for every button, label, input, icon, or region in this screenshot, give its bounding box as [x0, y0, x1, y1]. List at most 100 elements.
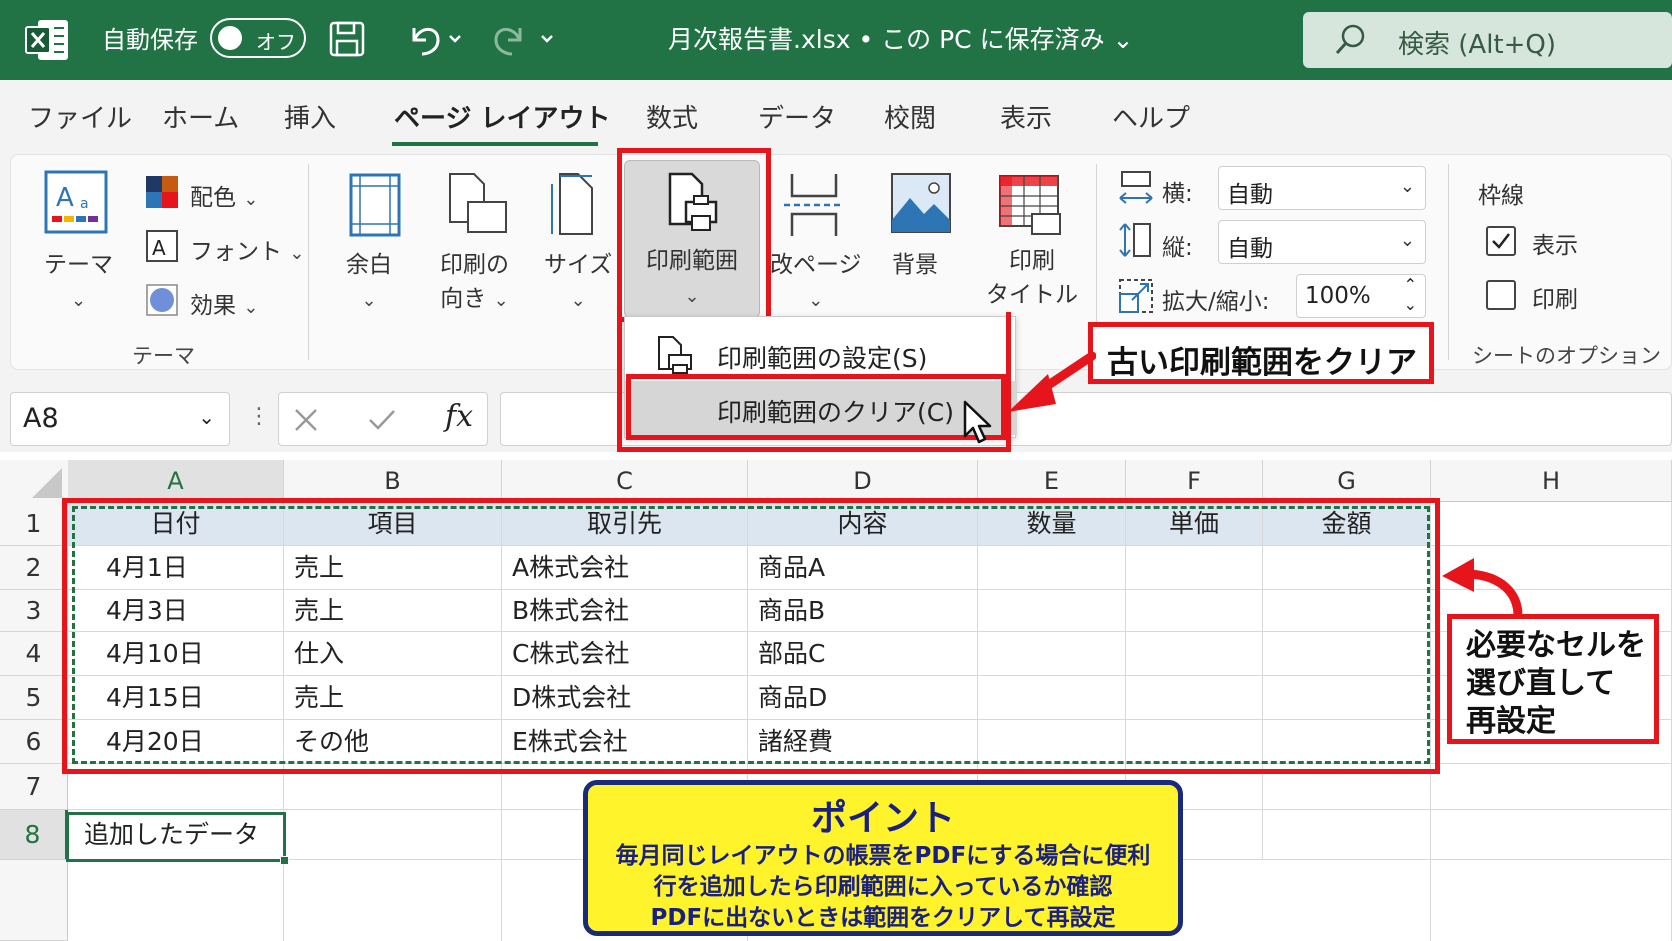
name-box[interactable]: A8 ⌄: [10, 392, 230, 446]
size-label: サイズ: [544, 252, 613, 278]
autosave-toggle[interactable]: オフ: [210, 18, 306, 58]
fonts-icon: A: [146, 230, 178, 262]
orientation-button[interactable]: 印刷の 向き ⌄: [440, 248, 509, 318]
row-header-8[interactable]: 8: [0, 810, 68, 860]
gridlines-heading: 枠線: [1478, 183, 1524, 209]
search-box[interactable]: 検索 (Alt+Q): [1303, 12, 1672, 68]
reselect-callout-line-2: 選び直して: [1466, 666, 1616, 701]
margins-icon: [349, 173, 401, 237]
gridlines-print-label: 印刷: [1532, 287, 1578, 313]
redo-icon[interactable]: [490, 16, 554, 62]
fill-handle[interactable]: [280, 856, 289, 865]
orientation-label-1: 印刷の: [440, 252, 509, 278]
enter-icon[interactable]: [367, 407, 397, 433]
cancel-icon[interactable]: [293, 407, 319, 433]
theme-button[interactable]: テーマ ⌄: [44, 248, 113, 318]
table-cell[interactable]: [1263, 860, 1431, 941]
row-header-1[interactable]: 1: [0, 502, 68, 546]
breaks-button[interactable]: 改ページ ⌄: [770, 248, 862, 318]
select-all-corner[interactable]: [0, 460, 68, 502]
table-cell[interactable]: [1431, 502, 1672, 546]
search-placeholder: 検索 (Alt+Q): [1398, 30, 1557, 60]
scale-spinner[interactable]: 100% ⌃ ⌄: [1296, 274, 1426, 318]
column-header-f[interactable]: F: [1126, 460, 1263, 502]
excel-logo-icon: [25, 20, 68, 60]
point-line-1: 毎月同じレイアウトの帳票をPDFにする場合に便利: [615, 843, 1151, 869]
effects-icon: [146, 284, 178, 316]
background-label: 背景: [892, 252, 938, 278]
column-header-d[interactable]: D: [748, 460, 978, 502]
width-select[interactable]: 自動 ⌄: [1218, 166, 1426, 210]
scale-value: 100%: [1305, 283, 1371, 309]
column-header-h[interactable]: H: [1431, 460, 1672, 502]
gridlines-view-label: 表示: [1532, 233, 1578, 259]
tab-page-layout[interactable]: ページ レイアウト: [394, 98, 611, 135]
margins-label: 余白: [346, 252, 392, 278]
height-select[interactable]: 自動 ⌄: [1218, 220, 1426, 264]
clear-callout-text: 古い印刷範囲をクリア: [1107, 345, 1417, 381]
file-title[interactable]: 月次報告書.xlsx • この PC に保存済み ⌄: [668, 20, 1133, 56]
print-titles-label-1: 印刷: [1009, 248, 1055, 274]
column-header-e[interactable]: E: [978, 460, 1126, 502]
row-header-7[interactable]: 7: [0, 764, 68, 810]
row-header-2[interactable]: 2: [0, 546, 68, 590]
table-highlight: [62, 498, 1440, 774]
gridlines-view-checkbox[interactable]: [1486, 226, 1516, 256]
tab-insert[interactable]: 挿入: [284, 98, 336, 135]
sheet-options-group-label: シートのオプション: [1472, 344, 1661, 368]
column-header-b[interactable]: B: [284, 460, 502, 502]
print-titles-button[interactable]: 印刷 タイトル: [986, 244, 1078, 312]
background-button[interactable]: 背景: [892, 248, 938, 282]
table-cell[interactable]: [1431, 810, 1672, 860]
size-button[interactable]: サイズ ⌄: [544, 248, 612, 318]
insert-function-button[interactable]: fx: [445, 399, 473, 434]
fonts-label: フォント: [190, 239, 282, 265]
active-cell-a8[interactable]: [66, 812, 289, 865]
tab-file[interactable]: ファイル: [28, 98, 132, 135]
undo-icon[interactable]: [404, 16, 464, 62]
point-title: ポイント: [810, 798, 955, 839]
svg-text:A: A: [152, 236, 166, 260]
row-header-5[interactable]: 5: [0, 676, 68, 720]
row-header-6[interactable]: 6: [0, 720, 68, 764]
breaks-label: 改ページ: [770, 252, 862, 278]
effects-button[interactable]: 効果 ⌄: [190, 286, 258, 320]
column-header-g[interactable]: G: [1263, 460, 1431, 502]
point-line-3: PDFに出ないときは範囲をクリアして再設定: [650, 905, 1116, 931]
table-cell[interactable]: [1431, 764, 1672, 810]
autosave-state: オフ: [256, 30, 296, 54]
tab-data[interactable]: データ: [758, 98, 836, 135]
svg-text:A: A: [56, 183, 74, 213]
gridlines-print-checkbox[interactable]: [1486, 280, 1516, 310]
tab-home[interactable]: ホーム: [162, 98, 239, 135]
table-cell[interactable]: [1263, 810, 1431, 860]
breaks-icon: [784, 174, 844, 236]
row-header-3[interactable]: 3: [0, 590, 68, 632]
scale-icon: [1119, 279, 1153, 313]
table-cell[interactable]: [1431, 860, 1672, 941]
row-header-9[interactable]: [0, 860, 68, 941]
tab-help[interactable]: ヘルプ: [1112, 98, 1190, 135]
tab-review[interactable]: 校閲: [884, 98, 936, 135]
tab-view[interactable]: 表示: [1000, 98, 1052, 135]
tab-formulas[interactable]: 数式: [646, 98, 698, 135]
cursor-icon: [963, 400, 992, 444]
save-icon[interactable]: [328, 16, 366, 62]
table-cell[interactable]: [284, 810, 502, 860]
table-cell[interactable]: [284, 860, 502, 941]
fonts-button[interactable]: フォント ⌄: [190, 232, 304, 266]
theme-label: テーマ: [44, 252, 113, 278]
theme-icon: A a: [44, 170, 108, 234]
width-label: 横:: [1162, 181, 1193, 207]
table-cell[interactable]: [68, 860, 284, 941]
theme-group-label: テーマ: [132, 344, 195, 368]
margins-button[interactable]: 余白 ⌄: [346, 248, 392, 318]
width-value: 自動: [1227, 182, 1273, 208]
colors-button[interactable]: 配色 ⌄: [190, 178, 258, 212]
row-header-4[interactable]: 4: [0, 632, 68, 676]
column-header-a[interactable]: A: [68, 460, 284, 502]
formula-buttons: fx: [278, 392, 488, 446]
column-header-c[interactable]: C: [502, 460, 748, 502]
formula-bar-splitter[interactable]: ⋮: [248, 404, 270, 429]
scale-label: 拡大/縮小:: [1162, 289, 1270, 315]
